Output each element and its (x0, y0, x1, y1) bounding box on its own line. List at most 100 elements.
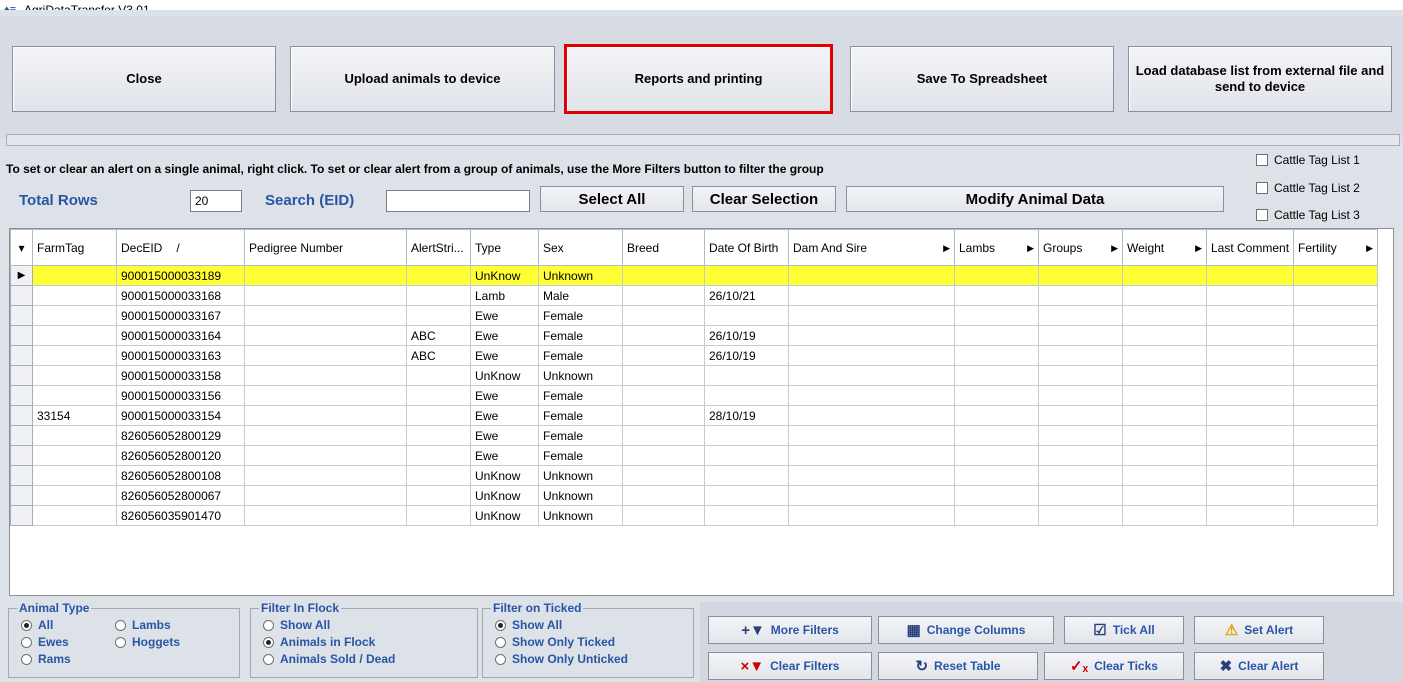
table-cell[interactable]: ABC (406, 345, 471, 366)
table-cell[interactable] (622, 405, 705, 426)
table-cell[interactable] (1122, 405, 1207, 426)
table-cell[interactable] (954, 505, 1039, 526)
table-cell[interactable]: 900015000033154 (116, 405, 245, 426)
column-header[interactable]: DecEID / (116, 229, 245, 266)
table-cell[interactable] (1038, 305, 1123, 326)
table-cell[interactable] (1293, 285, 1379, 306)
table-cell[interactable] (1122, 285, 1207, 306)
radio-animals-in-flock[interactable]: Animals in Flock (263, 635, 375, 649)
table-cell[interactable]: Ewe (470, 445, 539, 466)
table-cell[interactable]: 900015000033167 (116, 305, 245, 326)
table-cell[interactable]: UnKnow (470, 265, 539, 286)
table-cell[interactable] (788, 445, 955, 466)
column-header[interactable]: Sex (538, 229, 623, 266)
table-cell[interactable] (1122, 265, 1207, 286)
table-cell[interactable] (622, 305, 705, 326)
column-header[interactable]: Breed (622, 229, 705, 266)
table-cell[interactable]: UnKnow (470, 465, 539, 486)
table-cell[interactable] (704, 365, 789, 386)
table-cell[interactable] (622, 485, 705, 506)
more-filters-button[interactable]: +▼ More Filters (708, 616, 872, 644)
table-cell[interactable] (1038, 345, 1123, 366)
table-row[interactable]: 33154 900015000033154 Ewe Female 28/10/19 (10, 405, 1379, 426)
table-cell[interactable]: ABC (406, 325, 471, 346)
table-cell[interactable] (1205, 425, 1295, 446)
row-header[interactable] (10, 505, 33, 526)
table-cell[interactable] (1122, 445, 1207, 466)
table-row[interactable]: 900015000033164 ABC Ewe Female 26/10/19 (10, 325, 1379, 346)
table-cell[interactable] (788, 285, 955, 306)
table-cell[interactable] (622, 285, 705, 306)
table-cell[interactable] (788, 365, 955, 386)
table-cell[interactable] (954, 345, 1039, 366)
table-cell[interactable]: 900015000033163 (116, 345, 245, 366)
column-header[interactable]: Dam And Sire ▶ (788, 229, 955, 266)
row-header[interactable] (10, 485, 33, 506)
table-cell[interactable] (406, 365, 471, 386)
column-menu-icon[interactable]: ▾ (10, 229, 33, 266)
row-header[interactable] (10, 325, 33, 346)
table-cell[interactable]: 900015000033164 (116, 325, 245, 346)
radio-only-unticked[interactable]: Show Only Unticked (495, 652, 628, 666)
radio-only-ticked[interactable]: Show Only Ticked (495, 635, 615, 649)
animals-grid[interactable]: ▾ FarmTag DecEID / Pedigree Number AlertStri.… (9, 228, 1394, 596)
table-cell[interactable] (1122, 485, 1207, 506)
table-cell[interactable] (788, 305, 955, 326)
table-cell[interactable]: Female (538, 385, 623, 406)
table-cell[interactable]: Female (538, 345, 623, 366)
table-cell[interactable]: 826056052800120 (116, 445, 245, 466)
table-cell[interactable]: Female (538, 445, 623, 466)
table-cell[interactable] (244, 405, 407, 426)
table-cell[interactable] (1293, 425, 1379, 446)
column-header[interactable]: Last Comment (1205, 229, 1295, 266)
table-cell[interactable] (1293, 485, 1379, 506)
table-cell[interactable] (1122, 385, 1207, 406)
table-cell[interactable] (954, 425, 1039, 446)
cattle-tag-list-1-checkbox[interactable]: Cattle Tag List 1 (1256, 153, 1360, 167)
table-cell[interactable] (622, 465, 705, 486)
row-header[interactable] (10, 345, 33, 366)
table-cell[interactable] (1038, 405, 1123, 426)
table-cell[interactable] (788, 505, 955, 526)
table-row[interactable]: 826056052800129 Ewe Female (10, 425, 1379, 446)
cattle-tag-list-3-checkbox[interactable]: Cattle Tag List 3 (1256, 208, 1360, 222)
table-cell[interactable] (954, 305, 1039, 326)
table-cell[interactable] (622, 425, 705, 446)
table-cell[interactable]: Female (538, 325, 623, 346)
column-header[interactable]: AlertStri... (406, 229, 471, 266)
table-cell[interactable] (622, 505, 705, 526)
radio-ewes[interactable]: Ewes (21, 635, 69, 649)
row-header[interactable] (10, 425, 33, 446)
table-cell[interactable]: Ewe (470, 345, 539, 366)
table-cell[interactable] (1038, 465, 1123, 486)
table-cell[interactable]: Ewe (470, 325, 539, 346)
table-cell[interactable] (1122, 465, 1207, 486)
table-cell[interactable] (704, 485, 789, 506)
table-cell[interactable] (1122, 325, 1207, 346)
radio-all[interactable]: All (21, 618, 53, 632)
row-header[interactable] (10, 465, 33, 486)
table-cell[interactable] (954, 385, 1039, 406)
table-row[interactable]: 826056035901470 UnKnow Unknown (10, 505, 1379, 526)
row-header[interactable] (10, 365, 33, 386)
table-cell[interactable] (788, 425, 955, 446)
table-row[interactable]: 826056052800108 UnKnow Unknown (10, 465, 1379, 486)
total-rows-field[interactable]: 20 (190, 190, 242, 212)
table-cell[interactable] (406, 305, 471, 326)
reset-table-button[interactable]: ↻ Reset Table (878, 652, 1038, 680)
table-cell[interactable] (32, 345, 117, 366)
table-cell[interactable] (406, 465, 471, 486)
table-cell[interactable] (1293, 465, 1379, 486)
table-cell[interactable]: Lamb (470, 285, 539, 306)
table-cell[interactable] (1205, 405, 1295, 426)
table-cell[interactable] (1293, 445, 1379, 466)
table-row[interactable]: ▶ 900015000033189 UnKnow Unknown (10, 265, 1379, 286)
table-cell[interactable] (788, 325, 955, 346)
save-spreadsheet-button[interactable]: Save To Spreadsheet (850, 46, 1114, 112)
table-cell[interactable] (954, 405, 1039, 426)
table-cell[interactable]: 26/10/19 (704, 345, 789, 366)
table-cell[interactable] (406, 505, 471, 526)
table-cell[interactable]: 826056035901470 (116, 505, 245, 526)
expand-arrow-icon[interactable]: ▶ (1366, 242, 1373, 254)
upload-animals-button[interactable]: Upload animals to device (290, 46, 555, 112)
